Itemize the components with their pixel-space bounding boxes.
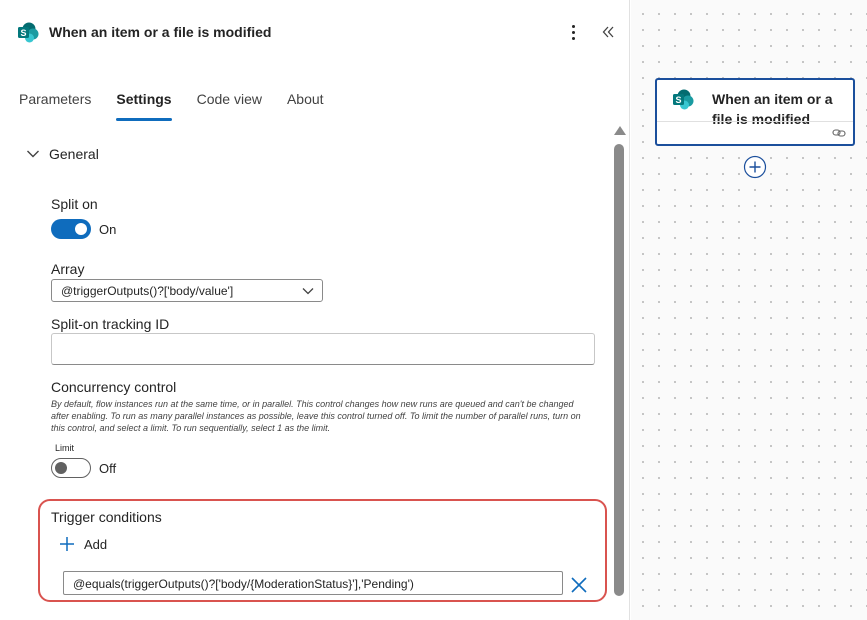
svg-text:S: S: [20, 28, 26, 38]
panel-title: When an item or a file is modified: [49, 24, 272, 40]
tab-about[interactable]: About: [287, 90, 324, 120]
more-vertical-icon: [571, 24, 575, 28]
trigger-card[interactable]: S When an item or a file is modified: [655, 78, 855, 146]
more-options-button[interactable]: [565, 22, 581, 42]
chevron-down-icon: [27, 150, 39, 158]
tracking-id-input[interactable]: [51, 333, 595, 365]
split-on-state: On: [99, 222, 117, 237]
array-value: @triggerOutputs()?['body/value']: [61, 284, 234, 298]
trigger-condition-input[interactable]: @equals(triggerOutputs()?['body/{Moderat…: [63, 571, 563, 595]
tab-settings[interactable]: Settings: [116, 90, 172, 121]
general-section-toggle[interactable]: General: [26, 146, 99, 162]
settings-panel: S When an item or a file is modified Par…: [0, 0, 630, 620]
add-condition-button[interactable]: Add: [59, 536, 107, 552]
plus-circle-icon[interactable]: [743, 155, 767, 179]
scrollbar[interactable]: [612, 126, 626, 596]
sharepoint-icon: S: [18, 22, 39, 43]
close-icon[interactable]: [570, 576, 588, 594]
trigger-card-title: When an item or a file is modified: [712, 91, 833, 127]
sharepoint-icon: S: [673, 89, 694, 110]
split-on-toggle[interactable]: [51, 219, 91, 239]
add-condition-label: Add: [84, 536, 108, 552]
array-dropdown[interactable]: @triggerOutputs()?['body/value']: [51, 279, 323, 302]
concurrency-description: By default, flow instances run at the sa…: [51, 399, 581, 433]
scroll-up-arrow-icon[interactable]: [614, 126, 626, 135]
tab-parameters[interactable]: Parameters: [19, 90, 91, 120]
split-on-label: Split on: [51, 196, 98, 212]
concurrency-limit-toggle[interactable]: [51, 458, 91, 478]
chevron-down-icon: [302, 288, 314, 295]
concurrency-limit-state: Off: [99, 461, 117, 476]
general-section-label: General: [49, 146, 99, 162]
plus-icon: [60, 537, 74, 551]
trigger-condition-value: @equals(triggerOutputs()?['body/{Moderat…: [73, 577, 414, 591]
tracking-id-label: Split-on tracking ID: [51, 316, 170, 332]
limit-label: Limit: [55, 443, 75, 453]
link-icon: [832, 129, 846, 137]
tab-code-view[interactable]: Code view: [197, 90, 262, 120]
array-label: Array: [51, 261, 85, 277]
tab-bar: Parameters Settings Code view About: [19, 90, 349, 122]
concurrency-label: Concurrency control: [51, 379, 177, 395]
double-chevron-left-icon[interactable]: [600, 22, 616, 42]
scroll-thumb[interactable]: [614, 144, 624, 596]
panel-header: S When an item or a file is modified: [0, 0, 630, 64]
svg-text:S: S: [675, 95, 681, 105]
card-divider: [657, 121, 853, 122]
trigger-conditions-label: Trigger conditions: [51, 509, 162, 525]
